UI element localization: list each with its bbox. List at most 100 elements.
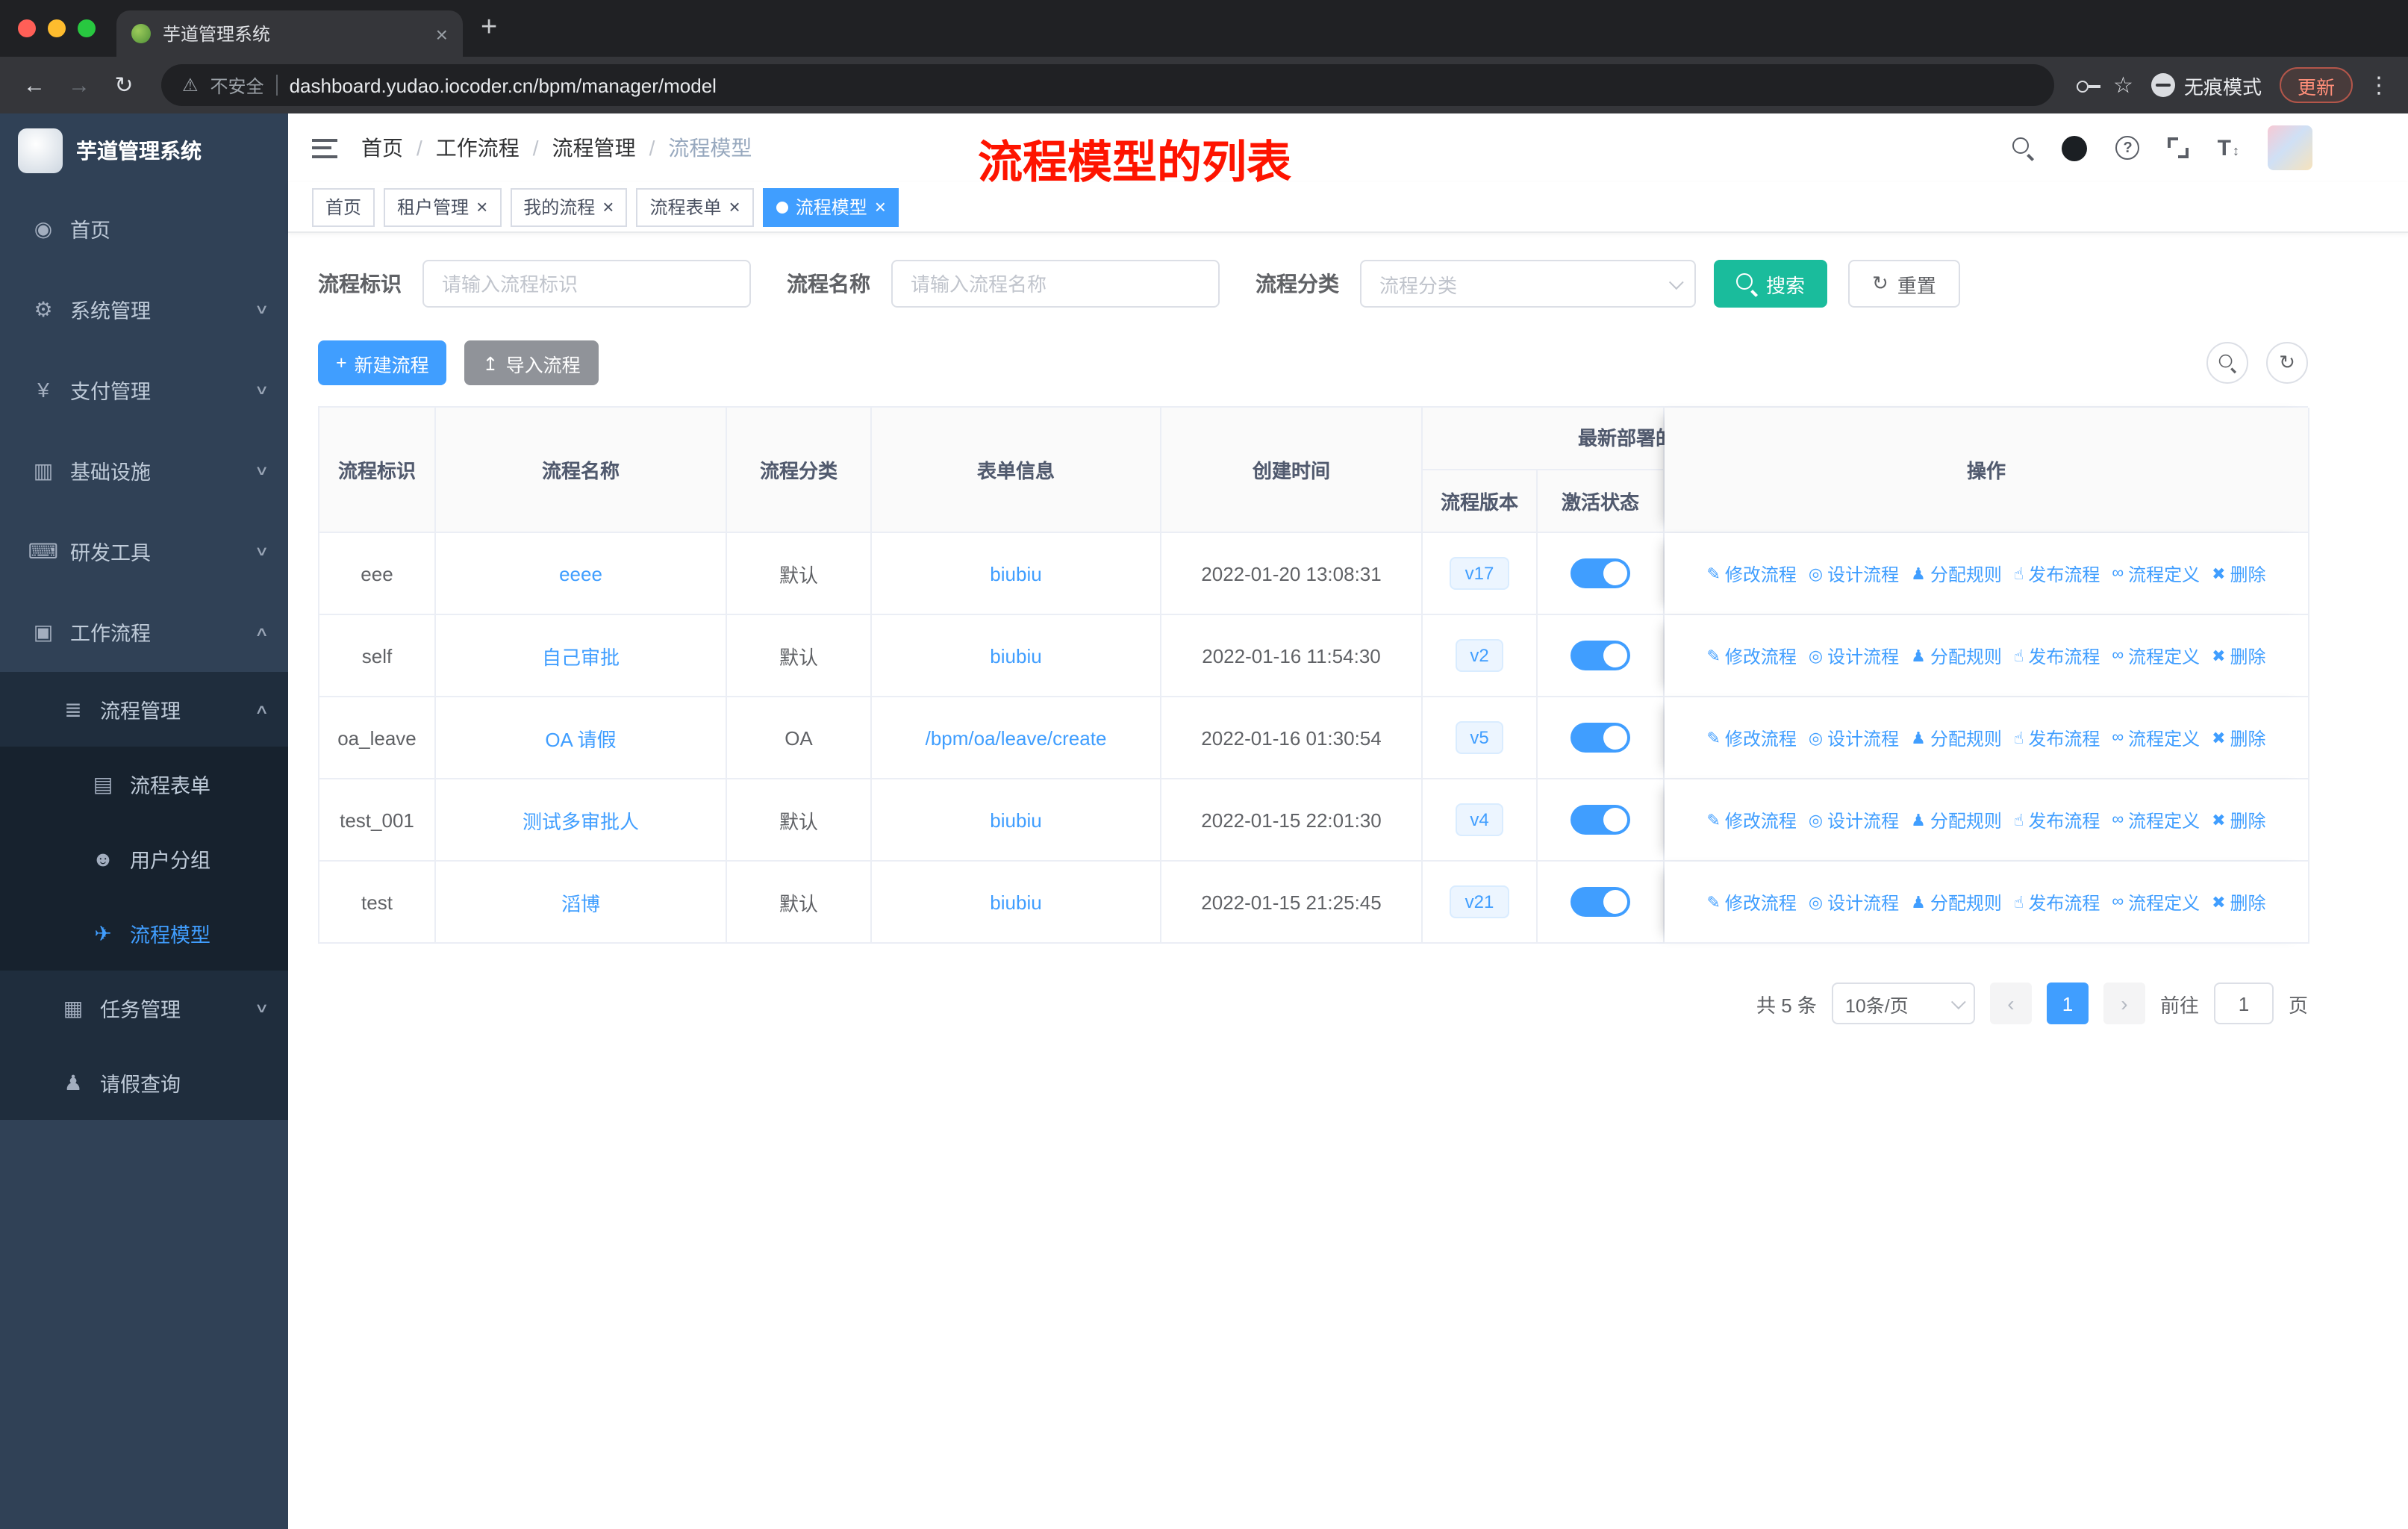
- publish-process-link[interactable]: ☝ 发布流程: [2014, 725, 2100, 750]
- delete-link[interactable]: ✖ 删除: [2212, 725, 2265, 750]
- process-definition-link[interactable]: ∞ 流程定义: [2112, 561, 2200, 586]
- bookmark-star-icon[interactable]: ☆: [2113, 72, 2133, 99]
- app-logo[interactable]: 芋道管理系统: [0, 113, 288, 188]
- process-name-link[interactable]: 测试多审批人: [523, 806, 639, 834]
- delete-link[interactable]: ✖ 删除: [2212, 561, 2265, 586]
- modify-process-link[interactable]: ✎ 修改流程: [1706, 807, 1796, 832]
- col-header-process-id[interactable]: 流程标识: [319, 408, 436, 533]
- process-definition-link[interactable]: ∞ 流程定义: [2112, 889, 2200, 915]
- zoom-window-button[interactable]: [78, 19, 96, 37]
- sidebar-item[interactable]: ◉ 首页: [0, 188, 288, 269]
- sidebar-item[interactable]: ♟ 请假查询: [0, 1045, 288, 1120]
- import-process-button[interactable]: ↥ 导入流程: [464, 340, 599, 385]
- publish-process-link[interactable]: ☝ 发布流程: [2014, 889, 2100, 915]
- sidebar-item[interactable]: ▣ 工作流程 ∧: [0, 591, 288, 672]
- minimize-window-button[interactable]: [48, 19, 66, 37]
- breadcrumb-item[interactable]: 首页: [361, 133, 403, 163]
- hamburger-icon[interactable]: [312, 138, 337, 158]
- assign-rule-link[interactable]: ♟ 分配规则: [1911, 725, 2002, 750]
- modify-process-link[interactable]: ✎ 修改流程: [1706, 643, 1796, 668]
- view-tag[interactable]: 我的流程 ×: [510, 187, 628, 226]
- process-name-link[interactable]: 自己审批: [542, 641, 620, 670]
- view-tag[interactable]: 流程模型 ×: [762, 187, 899, 226]
- toggle-search-button[interactable]: [2206, 342, 2248, 384]
- design-process-link[interactable]: ◎ 设计流程: [1809, 889, 1899, 915]
- assign-rule-link[interactable]: ♟ 分配规则: [1911, 889, 2002, 915]
- address-bar[interactable]: ⚠ 不安全 dashboard.yudao.iocoder.cn/bpm/man…: [161, 64, 2054, 106]
- reload-icon[interactable]: ↻: [107, 72, 140, 99]
- publish-process-link[interactable]: ☝ 发布流程: [2014, 807, 2100, 832]
- back-icon[interactable]: ←: [18, 72, 51, 98]
- breadcrumb-item[interactable]: 工作流程: [436, 133, 520, 163]
- sidebar-item[interactable]: ✈ 流程模型: [0, 896, 288, 971]
- col-header-created-time[interactable]: 创建时间: [1161, 408, 1423, 533]
- browser-tab[interactable]: 芋道管理系统 ×: [116, 10, 463, 57]
- next-page-button[interactable]: ›: [2103, 983, 2145, 1024]
- assign-rule-link[interactable]: ♟ 分配规则: [1911, 643, 2002, 668]
- sidebar-item[interactable]: ▥ 基础设施 ∨: [0, 430, 288, 511]
- sidebar-item[interactable]: ☻ 用户分组: [0, 821, 288, 896]
- process-name-link[interactable]: 滔博: [561, 888, 600, 916]
- col-header-version[interactable]: 流程版本: [1423, 470, 1538, 533]
- col-header-form-info[interactable]: 表单信息: [872, 408, 1161, 533]
- delete-link[interactable]: ✖ 删除: [2212, 807, 2265, 832]
- col-header-active-status[interactable]: 激活状态: [1538, 470, 1665, 533]
- design-process-link[interactable]: ◎ 设计流程: [1809, 561, 1899, 586]
- view-tag[interactable]: 流程表单 ×: [636, 187, 754, 226]
- publish-process-link[interactable]: ☝ 发布流程: [2014, 643, 2100, 668]
- view-tag[interactable]: 首页: [312, 187, 375, 226]
- process-category-select[interactable]: 流程分类: [1360, 260, 1696, 308]
- publish-process-link[interactable]: ☝ 发布流程: [2014, 561, 2100, 586]
- tab-close-icon[interactable]: ×: [436, 22, 448, 46]
- close-icon[interactable]: ×: [729, 197, 740, 217]
- process-name-link[interactable]: OA 请假: [545, 723, 616, 752]
- form-info-link[interactable]: biubiu: [990, 644, 1041, 667]
- create-process-button[interactable]: + 新建流程: [318, 340, 447, 385]
- help-icon[interactable]: ?: [2115, 136, 2140, 160]
- process-id-input[interactable]: [422, 260, 751, 308]
- reset-button[interactable]: ↻ 重置: [1848, 260, 1960, 308]
- process-definition-link[interactable]: ∞ 流程定义: [2112, 807, 2200, 832]
- delete-link[interactable]: ✖ 删除: [2212, 889, 2265, 915]
- form-info-link[interactable]: biubiu: [990, 809, 1041, 831]
- github-icon[interactable]: [2062, 135, 2088, 161]
- update-button[interactable]: 更新: [2279, 67, 2353, 103]
- close-icon[interactable]: ×: [875, 197, 886, 217]
- font-size-icon[interactable]: T ↕: [2218, 135, 2239, 161]
- design-process-link[interactable]: ◎ 设计流程: [1809, 725, 1899, 750]
- page-1-button[interactable]: 1: [2046, 983, 2089, 1024]
- sidebar-item[interactable]: ¥ 支付管理 ∨: [0, 349, 288, 430]
- col-header-category[interactable]: 流程分类: [727, 408, 872, 533]
- prev-page-button[interactable]: ‹: [1989, 983, 2032, 1024]
- active-toggle[interactable]: [1570, 887, 1630, 917]
- view-tag[interactable]: 租户管理 ×: [384, 187, 502, 226]
- close-icon[interactable]: ×: [602, 197, 614, 217]
- modify-process-link[interactable]: ✎ 修改流程: [1706, 889, 1796, 915]
- process-definition-link[interactable]: ∞ 流程定义: [2112, 725, 2200, 750]
- goto-page-input[interactable]: [2213, 983, 2274, 1024]
- close-icon[interactable]: ×: [476, 197, 487, 217]
- active-toggle[interactable]: [1570, 805, 1630, 835]
- new-tab-button[interactable]: +: [481, 12, 497, 45]
- form-info-link[interactable]: biubiu: [990, 562, 1041, 585]
- modify-process-link[interactable]: ✎ 修改流程: [1706, 561, 1796, 586]
- fullscreen-icon[interactable]: [2168, 137, 2189, 158]
- sidebar-item[interactable]: ▦ 任务管理 ∨: [0, 971, 288, 1045]
- assign-rule-link[interactable]: ♟ 分配规则: [1911, 561, 2002, 586]
- refresh-table-button[interactable]: ↻: [2266, 342, 2308, 384]
- process-name-input[interactable]: [891, 260, 1220, 308]
- breadcrumb-item[interactable]: 流程管理: [552, 133, 636, 163]
- browser-menu-icon[interactable]: ⋮: [2368, 72, 2390, 99]
- process-definition-link[interactable]: ∞ 流程定义: [2112, 643, 2200, 668]
- user-avatar[interactable]: [2268, 125, 2312, 170]
- delete-link[interactable]: ✖ 删除: [2212, 643, 2265, 668]
- active-toggle[interactable]: [1570, 641, 1630, 670]
- sidebar-item[interactable]: ⌨ 研发工具 ∨: [0, 511, 288, 591]
- col-header-process-name[interactable]: 流程名称: [436, 408, 727, 533]
- process-name-link[interactable]: eeee: [559, 562, 602, 585]
- sidebar-item[interactable]: ▤ 流程表单: [0, 747, 288, 821]
- page-size-select[interactable]: 10条/页: [1831, 983, 1975, 1024]
- password-key-icon[interactable]: [2074, 75, 2101, 96]
- modify-process-link[interactable]: ✎ 修改流程: [1706, 725, 1796, 750]
- assign-rule-link[interactable]: ♟ 分配规则: [1911, 807, 2002, 832]
